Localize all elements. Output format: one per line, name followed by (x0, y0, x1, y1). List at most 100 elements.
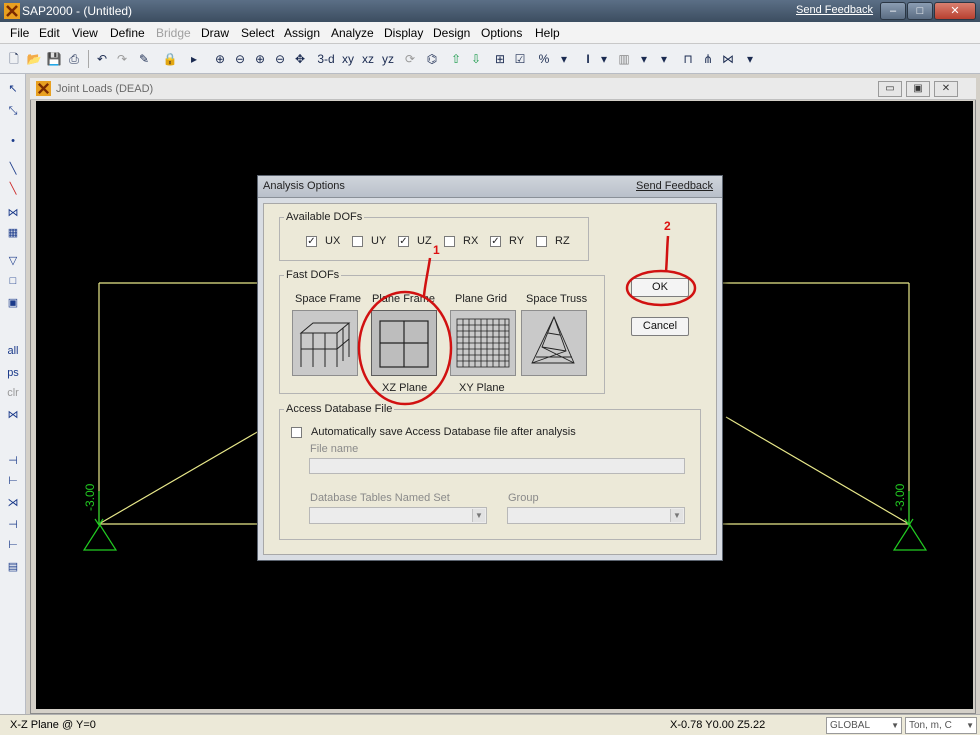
window-minimize-button[interactable]: ▭ (878, 81, 902, 97)
cancel-button[interactable]: Cancel (631, 317, 689, 336)
menu-file[interactable]: File (10, 26, 29, 40)
save-icon[interactable]: 💾 (44, 49, 64, 69)
window-close-button[interactable]: ✕ (934, 81, 958, 97)
plane-grid-button[interactable] (450, 310, 516, 376)
units-dropdown[interactable]: Ton, m, C ▼ (905, 717, 977, 734)
view-yz-icon[interactable]: yz (378, 49, 398, 69)
frame-draw-icon[interactable]: ⊓ (678, 49, 698, 69)
menu-view[interactable]: View (72, 26, 98, 40)
snap-lines-icon[interactable]: ⊢ (3, 536, 23, 554)
display-options-icon[interactable]: ⊞ (490, 49, 510, 69)
maximize-button[interactable]: □ (907, 2, 933, 20)
dof-uz-label: UZ (417, 235, 432, 247)
perspective-icon[interactable]: ⌬ (422, 49, 442, 69)
plane-frame-button[interactable] (371, 310, 437, 376)
redo-icon[interactable]: ↷ (112, 49, 132, 69)
dof-rx-checkbox[interactable] (444, 236, 455, 247)
move-down-icon[interactable]: ⇩ (466, 49, 486, 69)
menu-assign[interactable]: Assign (284, 26, 320, 40)
dropdown-arrow-icon[interactable]: ▾ (554, 49, 574, 69)
dof-uz-checkbox[interactable]: ✓ (398, 236, 409, 247)
space-truss-button[interactable] (521, 310, 587, 376)
left-load-label: -3.00 (83, 483, 97, 511)
close-button[interactable]: ✕ (934, 2, 976, 20)
draw-rect-area-icon[interactable]: □ (3, 272, 23, 290)
zoom-restore-icon[interactable]: ⊖ (230, 49, 250, 69)
pan-icon[interactable]: ✥ (290, 49, 310, 69)
dropdown-arrow-icon[interactable]: ▾ (740, 49, 760, 69)
lock-icon[interactable]: 🔒 (160, 49, 180, 69)
move-up-icon[interactable]: ⇧ (446, 49, 466, 69)
snap-intersections-icon[interactable]: ⋊ (3, 494, 23, 512)
access-database-legend: Access Database File (286, 403, 393, 415)
frame-truss-icon[interactable]: ⋈ (718, 49, 738, 69)
reshape-icon[interactable]: ⤡ (3, 102, 23, 120)
new-file-icon[interactable]: 🗋 (4, 49, 24, 69)
menu-draw[interactable]: Draw (201, 26, 229, 40)
dialog-send-feedback-link[interactable]: Send Feedback (636, 180, 713, 192)
space-frame-button[interactable] (292, 310, 358, 376)
quick-draw-area-icon[interactable]: ▣ (3, 294, 23, 312)
refresh-pencil-icon[interactable]: ✎ (134, 49, 154, 69)
coord-system-dropdown[interactable]: GLOBAL ▼ (826, 717, 902, 734)
window-restore-button[interactable]: ▣ (906, 81, 930, 97)
zoom-in-icon[interactable]: ⊕ (250, 49, 270, 69)
coord-system-value: GLOBAL (830, 720, 871, 731)
draw-point-icon[interactable]: • (3, 132, 23, 150)
snap-perpendicular-icon[interactable]: ⊣ (3, 516, 23, 534)
draw-frame-icon[interactable]: ╲ (3, 160, 23, 178)
space-frame-label: Space Frame (295, 293, 362, 305)
window-title: SAP2000 - (Untitled) (22, 4, 133, 18)
snap-points-icon[interactable]: ⊣ (3, 452, 23, 470)
menu-help[interactable]: Help (535, 26, 560, 40)
zoom-out-icon[interactable]: ⊖ (270, 49, 290, 69)
run-analysis-icon[interactable]: ▸ (184, 49, 204, 69)
group-dropdown[interactable]: ▼ (507, 507, 685, 524)
dof-ry-checkbox[interactable]: ✓ (490, 236, 501, 247)
dropdown-arrow-icon[interactable]: ▾ (594, 49, 614, 69)
view-xz-icon[interactable]: xz (358, 49, 378, 69)
rotate-3d-icon[interactable]: ⟳ (400, 49, 420, 69)
pointer-icon[interactable]: ↖ (3, 80, 23, 98)
frame-brace-icon[interactable]: ⋔ (698, 49, 718, 69)
menu-define[interactable]: Define (110, 26, 145, 40)
dof-ux-checkbox[interactable]: ✓ (306, 236, 317, 247)
auto-save-checkbox[interactable] (291, 427, 302, 438)
draw-cable-icon[interactable]: ╲ (3, 180, 23, 198)
menu-edit[interactable]: Edit (39, 26, 60, 40)
print-icon[interactable]: ⎙ (64, 49, 84, 69)
zoom-window-icon[interactable]: ⊕ (210, 49, 230, 69)
snap-fine-grid-icon[interactable]: ▤ (3, 558, 23, 576)
menu-analyze[interactable]: Analyze (331, 26, 374, 40)
previous-select-icon[interactable]: ps (3, 364, 23, 382)
clear-select-icon[interactable]: clr (3, 384, 23, 402)
view-3d-icon[interactable]: 3-d (316, 49, 336, 69)
dof-rz-checkbox[interactable] (536, 236, 547, 247)
undo-icon[interactable]: ↶ (92, 49, 112, 69)
select-all-icon[interactable]: all (3, 342, 23, 360)
snap-ends-icon[interactable]: ⊢ (3, 472, 23, 490)
minimize-button[interactable]: – (880, 2, 906, 20)
ok-button[interactable]: OK (631, 278, 689, 297)
dof-uy-checkbox[interactable] (352, 236, 363, 247)
menu-options[interactable]: Options (481, 26, 522, 40)
dropdown-arrow-icon[interactable]: ▾ (654, 49, 674, 69)
menu-display[interactable]: Display (384, 26, 423, 40)
percent-icon[interactable]: % (534, 49, 554, 69)
area-section-icon[interactable]: ▥ (614, 49, 634, 69)
open-folder-icon[interactable]: 📂 (24, 49, 44, 69)
intersect-select-icon[interactable]: ⋈ (3, 406, 23, 424)
send-feedback-link[interactable]: Send Feedback (796, 4, 873, 16)
view-xy-icon[interactable]: xy (338, 49, 358, 69)
check-model-icon[interactable]: ☑ (510, 49, 530, 69)
named-set-dropdown[interactable]: ▼ (309, 507, 487, 524)
file-name-field[interactable] (309, 458, 685, 474)
menu-select[interactable]: Select (241, 26, 274, 40)
draw-poly-area-icon[interactable]: ▽ (3, 252, 23, 270)
quick-draw-icon[interactable]: ⋈ (3, 204, 23, 222)
draw-grid-icon[interactable]: ▦ (3, 224, 23, 242)
left-toolbar: ↖ ⤡ • ╲ ╲ ⋈ ▦ ▽ □ ▣ all ps clr ⋈ ⊣ ⊢ ⋊ ⊣… (0, 74, 26, 714)
dropdown-arrow-icon[interactable]: ▾ (634, 49, 654, 69)
chevron-down-icon: ▼ (472, 509, 485, 522)
menu-design[interactable]: Design (433, 26, 470, 40)
